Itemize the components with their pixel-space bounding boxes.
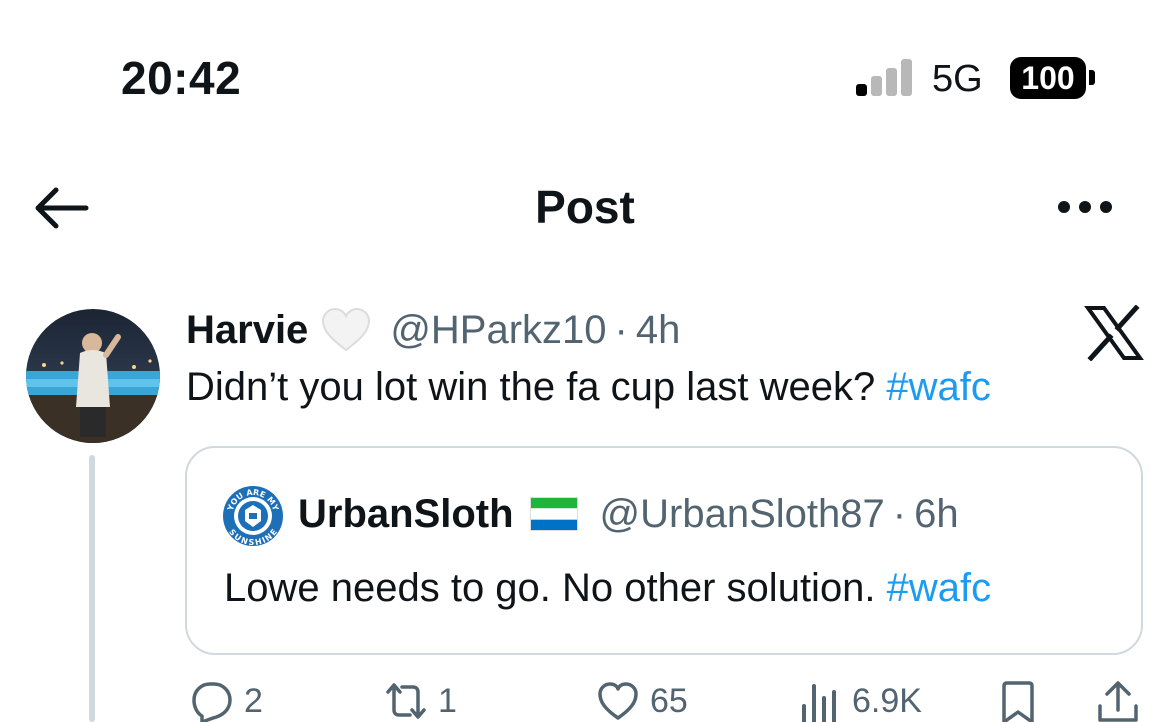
like-count: 65 [650, 681, 688, 720]
post-body: Didn’t you lot win the fa cup last week? [186, 365, 876, 409]
x-logo-icon [1084, 304, 1144, 362]
share-icon [1098, 681, 1138, 722]
quoted-author-handle[interactable]: @UrbanSloth87 [600, 492, 885, 537]
share-button[interactable] [1096, 680, 1150, 722]
quoted-post-timestamp[interactable]: 6h [914, 492, 959, 537]
bookmark-button[interactable] [996, 680, 1050, 722]
battery-icon: 100 [1010, 57, 1086, 99]
author-avatar[interactable] [26, 309, 160, 443]
separator-dot: · [614, 307, 628, 352]
post-header: Harvie @HParkz10 · 4h [186, 304, 680, 356]
quoted-post-card[interactable] [185, 446, 1143, 655]
views-icon [802, 684, 836, 722]
quoted-post-body: Lowe needs to go. No other solution. [224, 566, 876, 610]
bookmark-icon [1002, 681, 1034, 722]
page-title: Post [535, 181, 635, 233]
reply-icon [192, 682, 232, 722]
post-timestamp[interactable]: 4h [636, 308, 681, 353]
author-handle[interactable]: @HParkz10 [390, 308, 606, 353]
repost-icon [386, 683, 426, 719]
separator-dot: · [892, 491, 907, 536]
quoted-hashtag-link[interactable]: #wafc [887, 566, 992, 610]
author-display-name[interactable]: Harvie [186, 308, 308, 353]
post-text: Didn’t you lot win the fa cup last week?… [186, 362, 991, 412]
quoted-post-text: Lowe needs to go. No other solution. #wa… [224, 563, 991, 613]
white-heart-icon [320, 307, 372, 353]
like-button[interactable]: 65 [596, 680, 688, 722]
views-count: 6.9K [852, 681, 922, 720]
repost-button[interactable]: 1 [384, 680, 457, 722]
reply-button[interactable]: 2 [190, 680, 263, 722]
network-type: 5G [932, 58, 983, 100]
battery-level: 100 [1021, 60, 1075, 96]
cellular-signal-icon [856, 58, 914, 96]
repost-count: 1 [438, 681, 457, 720]
quoted-author-display-name[interactable]: UrbanSloth [298, 492, 514, 537]
more-options-icon[interactable] [1052, 192, 1118, 222]
post-hashtag-link[interactable]: #wafc [886, 365, 991, 409]
status-time: 20:42 [121, 52, 242, 104]
like-icon [598, 682, 638, 720]
post-actions-bar: 2 1 65 6.9K [0, 680, 1170, 722]
quoted-author-avatar[interactable]: YOU ARE MY SUNSHINE [222, 485, 284, 547]
battery-terminal [1089, 70, 1095, 85]
views-button[interactable]: 6.9K [798, 680, 922, 722]
reply-count: 2 [244, 681, 263, 720]
sierra-leone-flag-icon [529, 497, 578, 531]
quoted-post-header: UrbanSloth @UrbanSloth87 · 6h [298, 488, 959, 540]
